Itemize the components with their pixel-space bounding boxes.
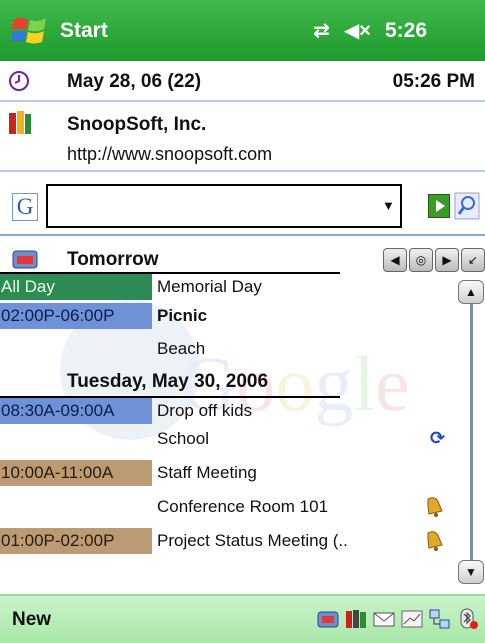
calendar-tray-icon[interactable] — [317, 608, 339, 630]
event-title[interactable]: Drop off kids — [157, 398, 252, 424]
bell-icon — [427, 531, 443, 551]
search-input[interactable] — [46, 184, 402, 228]
recurring-icon: ⟳ — [430, 428, 446, 448]
event-title[interactable]: Memorial Day — [157, 274, 262, 300]
scroll-down-button[interactable]: ▼ — [458, 560, 484, 584]
time-text: 05:26 PM — [392, 71, 475, 92]
event-location[interactable]: Beach — [157, 336, 205, 362]
event-title[interactable]: Staff Meeting — [157, 460, 257, 486]
event-time[interactable]: 01:00P-02:00P — [0, 528, 152, 554]
magnifier-icon[interactable] — [454, 192, 480, 220]
event-title[interactable]: Project Status Meeting (.. — [157, 528, 348, 554]
agenda-nav: ◀ ◎ ▶ ↙ — [383, 248, 485, 272]
bluetooth-off-icon[interactable] — [457, 608, 479, 630]
books-icon — [9, 111, 31, 134]
event-time[interactable]: All Day — [0, 274, 152, 300]
search-row: G ▼ — [0, 174, 485, 236]
mail-tray-icon[interactable] — [373, 608, 395, 630]
contacts-tray-icon[interactable] — [345, 608, 367, 630]
owner-url: http://www.snoopsoft.com — [67, 144, 273, 164]
bottom-bar: New — [0, 594, 485, 643]
event-time[interactable]: 02:00P-06:00P — [0, 303, 152, 329]
network-tray-icon[interactable] — [429, 608, 451, 630]
chart-tray-icon[interactable] — [401, 608, 423, 630]
next-button[interactable]: ▶ — [435, 248, 459, 272]
clock-icon — [9, 71, 29, 91]
event-location[interactable]: School — [157, 426, 209, 452]
calendar-icon — [12, 250, 38, 269]
date-row[interactable]: May 28, 06 (22) 05:26 PM — [0, 62, 485, 102]
scroll-up-button[interactable]: ▲ — [458, 280, 484, 304]
event-location[interactable]: Conference Room 101 — [157, 494, 328, 520]
status-area: ⇄ ◀× 5:26 — [313, 18, 427, 43]
collapse-button[interactable]: ↙ — [461, 248, 485, 272]
scrollbar[interactable]: ▲ ▼ — [458, 280, 485, 588]
sync-arrows-icon[interactable]: ⇄ — [313, 18, 330, 43]
windows-flag-icon[interactable] — [0, 0, 60, 61]
volume-muted-icon[interactable]: ◀× — [344, 18, 371, 43]
owner-name: SnoopSoft, Inc. — [67, 114, 207, 135]
prev-button[interactable]: ◀ — [383, 248, 407, 272]
go-button[interactable] — [428, 194, 450, 218]
clock-time[interactable]: 5:26 — [385, 19, 427, 43]
dropdown-arrow-icon[interactable]: ▼ — [382, 198, 395, 213]
start-title[interactable]: Start — [60, 19, 108, 43]
tray-icons — [317, 608, 479, 630]
date-text: May 28, 06 (22) — [67, 71, 202, 92]
top-bar: Start ⇄ ◀× 5:26 — [0, 0, 485, 61]
agenda-list[interactable]: Google Tomorrow ◀ ◎ ▶ ↙ All Day Memorial… — [0, 240, 485, 588]
event-title[interactable]: Picnic — [157, 303, 207, 329]
today-button[interactable]: ◎ — [409, 248, 433, 272]
google-g-icon[interactable]: G — [12, 193, 38, 221]
event-time[interactable]: 10:00A-11:00A — [0, 460, 152, 486]
scroll-track[interactable] — [470, 304, 473, 570]
bell-icon — [427, 497, 443, 517]
event-time[interactable]: 08:30A-09:00A — [0, 398, 152, 424]
owner-info[interactable]: SnoopSoft, Inc. http://www.snoopsoft.com — [0, 104, 485, 172]
new-button[interactable]: New — [12, 609, 51, 631]
